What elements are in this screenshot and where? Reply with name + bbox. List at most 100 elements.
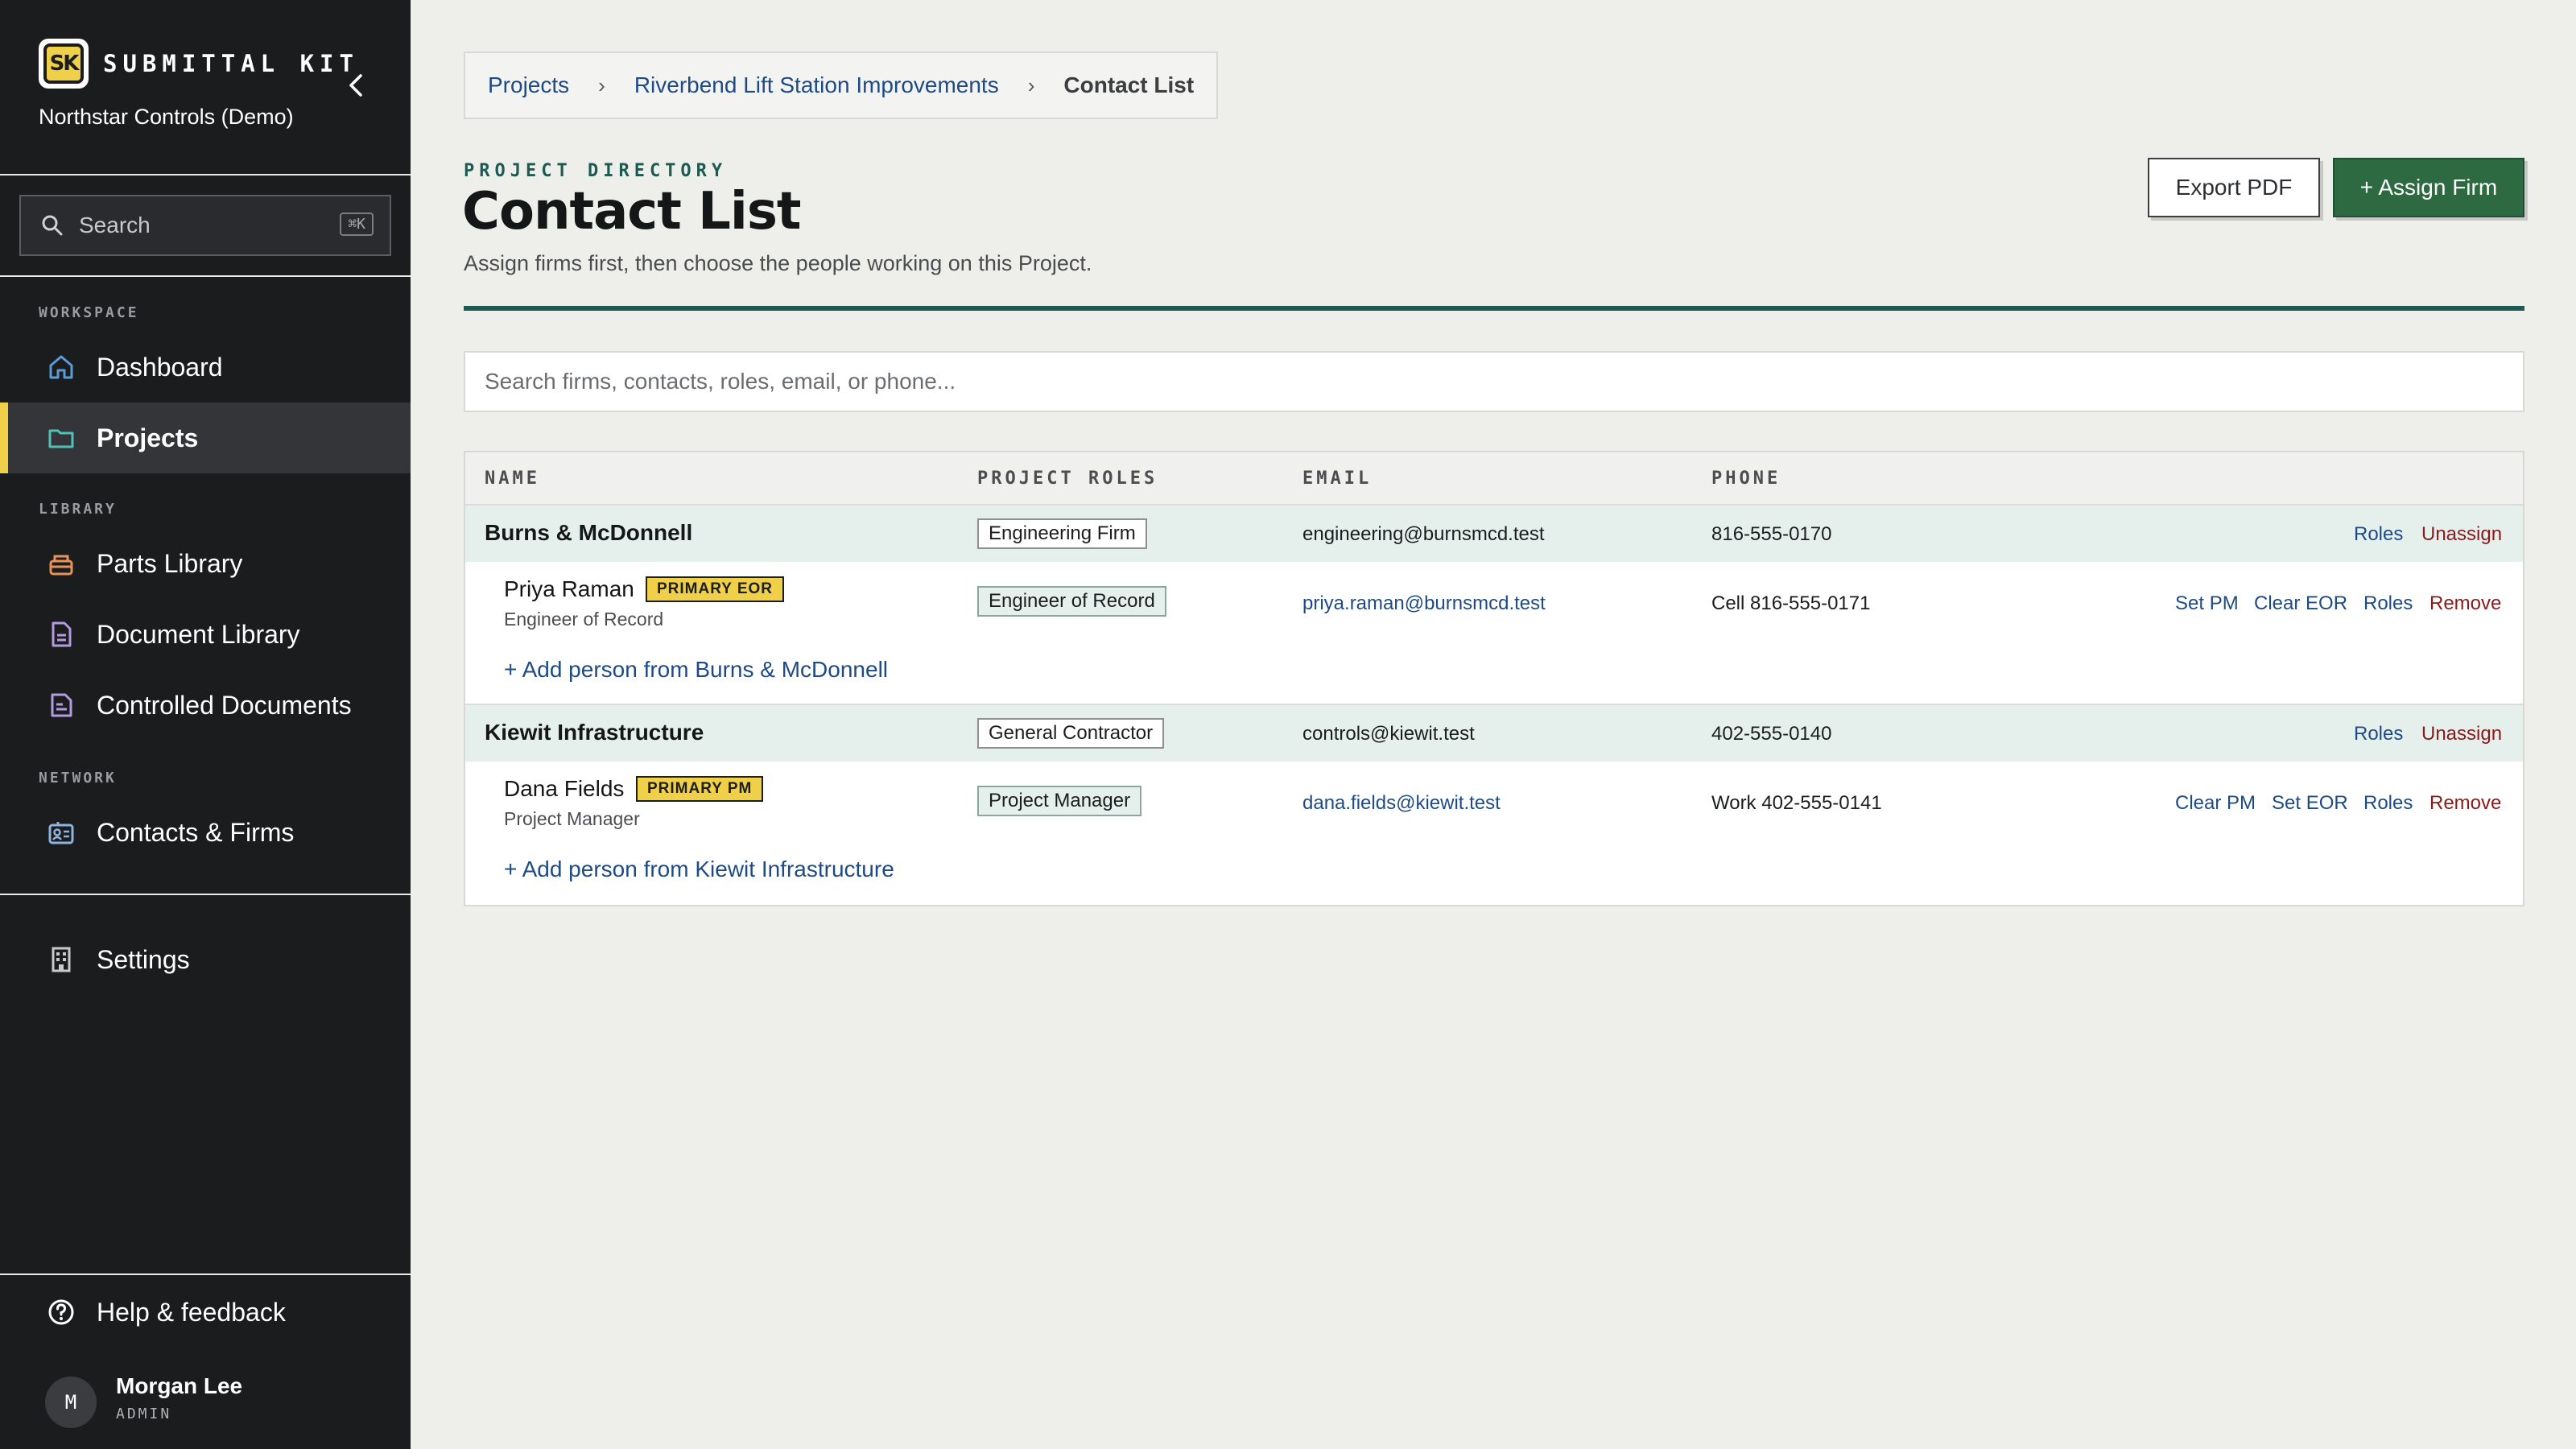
section-library: LIBRARY xyxy=(39,501,117,518)
section-network: NETWORK xyxy=(39,770,117,786)
sidebar-divider xyxy=(0,894,411,895)
user-name: Morgan Lee xyxy=(116,1373,243,1398)
logo-mark: SK xyxy=(43,43,84,84)
person-name: Priya Raman xyxy=(504,576,634,601)
person-title: Engineer of Record xyxy=(504,609,664,630)
page-subtitle: Assign firms first, then choose the peop… xyxy=(464,251,1092,275)
sidebar-item-document-library[interactable]: Document Library xyxy=(0,599,411,670)
collapse-sidebar-button[interactable] xyxy=(341,71,370,100)
sidebar-item-projects[interactable]: Projects xyxy=(0,402,411,473)
breadcrumb-projects[interactable]: Projects xyxy=(488,72,569,98)
chevron-right-icon: › xyxy=(1027,72,1035,97)
contact-search-input[interactable] xyxy=(464,351,2524,412)
person-row: Dana Fields PRIMARY PM Project Manager P… xyxy=(465,762,2523,905)
sidebar-item-parts-library[interactable]: Parts Library xyxy=(0,528,411,599)
remove-button[interactable]: Remove xyxy=(2429,792,2501,815)
primary-pm-badge: PRIMARY PM xyxy=(636,776,764,802)
assign-firm-button[interactable]: + Assign Firm xyxy=(2333,158,2524,217)
clear-eor-button[interactable]: Clear EOR xyxy=(2254,592,2347,615)
roles-button[interactable]: Roles xyxy=(2354,723,2403,745)
column-header-email: EMAIL xyxy=(1302,469,1373,489)
breadcrumb: Projects › Riverbend Lift Station Improv… xyxy=(464,52,1219,119)
search-label: Search xyxy=(79,213,151,237)
set-pm-button[interactable]: Set PM xyxy=(2175,592,2239,615)
page-eyebrow: PROJECT DIRECTORY xyxy=(464,161,728,181)
person-row: Priya Raman PRIMARY EOR Engineer of Reco… xyxy=(465,562,2523,704)
sidebar-item-label: Parts Library xyxy=(97,548,243,578)
role-tag: Engineering Firm xyxy=(977,518,1147,549)
help-feedback-link[interactable]: Help & feedback xyxy=(0,1277,411,1348)
org-name: Northstar Controls (Demo) xyxy=(39,105,294,129)
sidebar-item-label: Document Library xyxy=(97,619,300,649)
add-person-link[interactable]: + Add person from Burns & McDonnell xyxy=(504,657,888,683)
user-role: ADMIN xyxy=(116,1406,172,1422)
contact-card-icon xyxy=(45,816,77,848)
sidebar-item-label: Projects xyxy=(97,423,199,452)
app-name: SUBMITTAL KIT xyxy=(103,50,359,77)
sidebar-item-label: Controlled Documents xyxy=(97,690,352,720)
breadcrumb-current: Contact List xyxy=(1063,72,1195,97)
chevron-left-icon xyxy=(349,74,362,97)
page-title: Contact List xyxy=(462,182,801,242)
add-person-link[interactable]: + Add person from Kiewit Infrastructure xyxy=(504,857,894,882)
section-workspace: WORKSPACE xyxy=(39,304,139,321)
column-header-name: NAME xyxy=(485,469,540,489)
sidebar-item-label: Dashboard xyxy=(97,352,223,382)
document-icon xyxy=(45,618,77,650)
column-header-roles: PROJECT ROLES xyxy=(977,469,1158,489)
help-label: Help & feedback xyxy=(97,1297,286,1327)
roles-button[interactable]: Roles xyxy=(2354,523,2403,546)
parts-box-icon xyxy=(45,547,77,580)
main-content: Projects › Riverbend Lift Station Improv… xyxy=(411,0,2576,1449)
sidebar-search[interactable]: Search ⌘K xyxy=(19,195,391,256)
firm-phone: 402-555-0140 xyxy=(1711,723,1832,745)
chevron-right-icon: › xyxy=(598,72,605,97)
unassign-button[interactable]: Unassign xyxy=(2421,723,2502,745)
set-eor-button[interactable]: Set EOR xyxy=(2272,792,2348,815)
roles-button[interactable]: Roles xyxy=(2363,592,2413,615)
export-pdf-button[interactable]: Export PDF xyxy=(2148,158,2320,217)
primary-eor-badge: PRIMARY EOR xyxy=(646,576,785,602)
controlled-document-icon xyxy=(45,689,77,721)
breadcrumb-project[interactable]: Riverbend Lift Station Improvements xyxy=(634,72,999,98)
sidebar-item-settings[interactable]: Settings xyxy=(0,924,411,995)
sidebar-divider xyxy=(0,275,411,277)
firm-phone: 816-555-0170 xyxy=(1711,523,1832,545)
person-name: Dana Fields xyxy=(504,776,625,801)
folder-icon xyxy=(45,422,77,454)
building-icon xyxy=(45,943,77,976)
firm-email: engineering@burnsmcd.test xyxy=(1302,523,1545,545)
person-email-link[interactable]: priya.raman@burnsmcd.test xyxy=(1302,592,1546,615)
clear-pm-button[interactable]: Clear PM xyxy=(2175,792,2256,815)
person-email-link[interactable]: dana.fields@kiewit.test xyxy=(1302,792,1501,815)
column-header-phone: PHONE xyxy=(1711,469,1781,489)
person-title: Project Manager xyxy=(504,808,640,829)
search-icon xyxy=(42,215,63,236)
search-shortcut: ⌘K xyxy=(340,213,374,236)
sidebar-item-controlled-documents[interactable]: Controlled Documents xyxy=(0,670,411,741)
person-phone: Work 402-555-0141 xyxy=(1711,792,1882,814)
firm-row: Burns & McDonnell Engineering Firm engin… xyxy=(465,506,2523,562)
unassign-button[interactable]: Unassign xyxy=(2421,523,2502,546)
remove-button[interactable]: Remove xyxy=(2429,592,2501,615)
help-icon xyxy=(45,1296,77,1328)
avatar[interactable]: M xyxy=(45,1377,97,1428)
roles-button[interactable]: Roles xyxy=(2363,792,2413,815)
title-divider xyxy=(464,306,2524,311)
sidebar-divider xyxy=(0,174,411,175)
sidebar-divider xyxy=(0,1274,411,1275)
sidebar-item-label: Settings xyxy=(97,944,190,974)
role-tag: General Contractor xyxy=(977,718,1165,749)
sidebar: SK SUBMITTAL KIT Northstar Controls (Dem… xyxy=(0,0,411,1449)
home-icon xyxy=(45,351,77,383)
table-header: NAME PROJECT ROLES EMAIL PHONE xyxy=(465,452,2523,506)
firm-name: Burns & McDonnell xyxy=(485,520,693,545)
role-tag: Engineer of Record xyxy=(977,586,1166,617)
sidebar-item-label: Contacts & Firms xyxy=(97,817,295,847)
app-logo[interactable]: SK xyxy=(39,39,89,89)
person-phone: Cell 816-555-0171 xyxy=(1711,592,1871,614)
sidebar-item-dashboard[interactable]: Dashboard xyxy=(0,332,411,402)
contact-table: NAME PROJECT ROLES EMAIL PHONE Burns & M… xyxy=(464,451,2524,906)
firm-name: Kiewit Infrastructure xyxy=(485,720,704,745)
sidebar-item-contacts-firms[interactable]: Contacts & Firms xyxy=(0,797,411,868)
